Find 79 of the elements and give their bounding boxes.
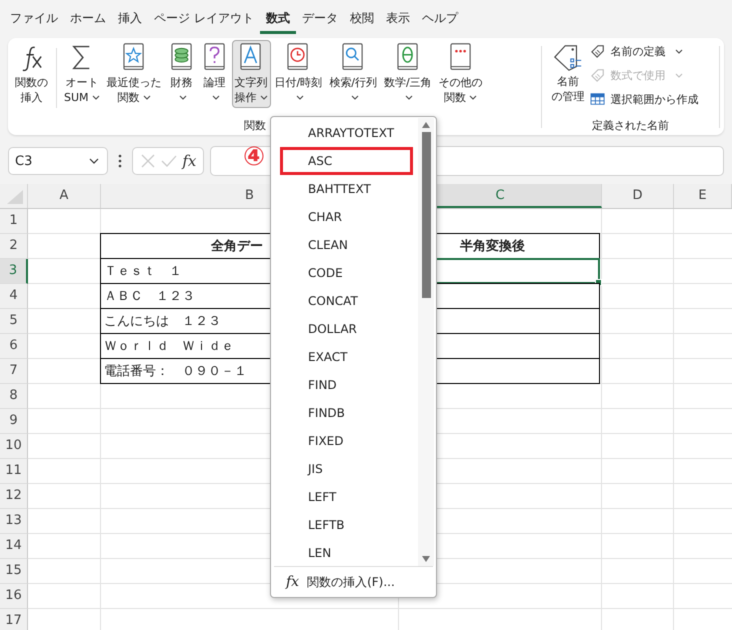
scroll-up-icon[interactable] xyxy=(421,121,431,129)
row-header[interactable]: 3 xyxy=(0,259,28,284)
ribbon-tab[interactable]: 数式 xyxy=(260,4,296,34)
menu-item[interactable]: FINDB xyxy=(280,399,413,427)
ribbon-tab[interactable]: ページ レイアウト xyxy=(148,4,260,34)
cell-text: ＡＢＣ １２３ xyxy=(103,288,195,305)
ribbon-button[interactable]: 日付/時刻 xyxy=(272,40,326,108)
row-header[interactable]: 16 xyxy=(0,584,28,609)
ribbon-tab[interactable]: 校閲 xyxy=(344,4,380,34)
menu-item[interactable]: ASC xyxy=(280,147,413,175)
row-header[interactable]: 5 xyxy=(0,309,28,334)
scroll-down-icon[interactable] xyxy=(421,555,431,563)
name-box[interactable]: C3 xyxy=(8,147,108,175)
cell-text: Ｔｅｓｔ １ xyxy=(103,263,182,280)
ribbon-tab[interactable]: データ xyxy=(296,4,344,34)
column-header[interactable]: E xyxy=(674,184,732,208)
menu-item[interactable]: CLEAN xyxy=(280,231,413,259)
group-label: 定義された名前 xyxy=(592,119,670,132)
row-header[interactable]: 13 xyxy=(0,509,28,534)
insert-function-menu-item[interactable]: fx 関数の挿入(F)... xyxy=(274,566,433,597)
column-header[interactable]: D xyxy=(602,184,674,208)
cell-text: 全角デー xyxy=(210,238,263,255)
row-header[interactable]: 10 xyxy=(0,434,28,459)
row-header[interactable]: 12 xyxy=(0,484,28,509)
name-manager-button[interactable]: 名前 の管理 xyxy=(548,40,588,107)
row-header[interactable]: 17 xyxy=(0,609,28,630)
tag-icon xyxy=(590,68,606,82)
step-number: ④ xyxy=(243,142,266,172)
row-header[interactable]: 14 xyxy=(0,534,28,559)
cell-text: 電話番号： ０９０－１ xyxy=(103,363,247,380)
more-icon[interactable] xyxy=(118,154,122,168)
ribbon-button[interactable]: その他の 関数 xyxy=(436,40,486,108)
ribbon-menu-button[interactable]: 選択範囲から作成 xyxy=(588,88,700,110)
tag-icon xyxy=(590,44,606,58)
table-icon xyxy=(590,92,606,106)
row-header[interactable]: 7 xyxy=(0,359,28,384)
row-header[interactable]: 4 xyxy=(0,284,28,309)
menu-item[interactable]: LEFTB xyxy=(280,511,413,539)
row-header[interactable]: 9 xyxy=(0,409,28,434)
row-header[interactable]: 1 xyxy=(0,209,28,234)
column-header[interactable]: A xyxy=(28,184,101,208)
ribbon-tab[interactable]: ヘルプ xyxy=(416,4,464,34)
menu-item[interactable]: JIS xyxy=(280,455,413,483)
menu-item[interactable]: DOLLAR xyxy=(280,315,413,343)
ribbon-button[interactable]: 関数の 挿入 xyxy=(12,40,51,108)
cell-text: こんにちは １２３ xyxy=(103,313,221,330)
row-header[interactable]: 15 xyxy=(0,559,28,584)
cell-text: 半角変換後 xyxy=(459,238,525,255)
menu-item[interactable]: FIXED xyxy=(280,427,413,455)
ribbon-button[interactable]: 数学/三角 xyxy=(380,40,435,108)
menu-item[interactable]: ARRAYTOTEXT xyxy=(280,119,413,147)
ribbon-button[interactable]: オート SUM xyxy=(61,40,103,108)
cell-text: Ｗｏｒｌｄ Ｗｉｄｅ xyxy=(103,338,234,355)
ribbon-tab[interactable]: ファイル xyxy=(4,4,64,34)
ribbon-tab[interactable]: ホーム xyxy=(64,4,112,34)
ribbon-button[interactable]: 文字列 操作 xyxy=(232,40,271,108)
menu-item[interactable]: CODE xyxy=(280,259,413,287)
menu-item[interactable]: CONCAT xyxy=(280,287,413,315)
ribbon-tab[interactable]: 表示 xyxy=(380,4,416,34)
ribbon-button[interactable]: 最近使った 関数 xyxy=(104,40,165,108)
scrollbar[interactable] xyxy=(418,118,434,566)
ribbon-menu-button[interactable]: 名前の定義 xyxy=(588,40,700,62)
menu-item[interactable]: LEN xyxy=(280,539,413,567)
row-header[interactable]: 8 xyxy=(0,384,28,409)
menu-item[interactable]: FIND xyxy=(280,371,413,399)
row-header[interactable]: 2 xyxy=(0,234,28,259)
scrollbar-thumb[interactable] xyxy=(422,132,430,298)
ribbon-button[interactable]: 財務 xyxy=(166,40,198,108)
row-header[interactable]: 11 xyxy=(0,459,28,484)
menu-item[interactable]: EXACT xyxy=(280,343,413,371)
insert-function-button[interactable]: fx xyxy=(182,152,196,170)
ribbon-button[interactable]: 検索/行列 xyxy=(326,40,380,108)
ribbon-tab[interactable]: 挿入 xyxy=(112,4,148,34)
ribbon-button[interactable]: 論理 xyxy=(198,40,231,108)
tag-icon xyxy=(552,42,584,74)
chevron-icon xyxy=(89,158,99,164)
row-header[interactable]: 6 xyxy=(0,334,28,359)
group-label: 関数 xyxy=(244,119,266,132)
menu-item[interactable]: LEFT xyxy=(280,483,413,511)
